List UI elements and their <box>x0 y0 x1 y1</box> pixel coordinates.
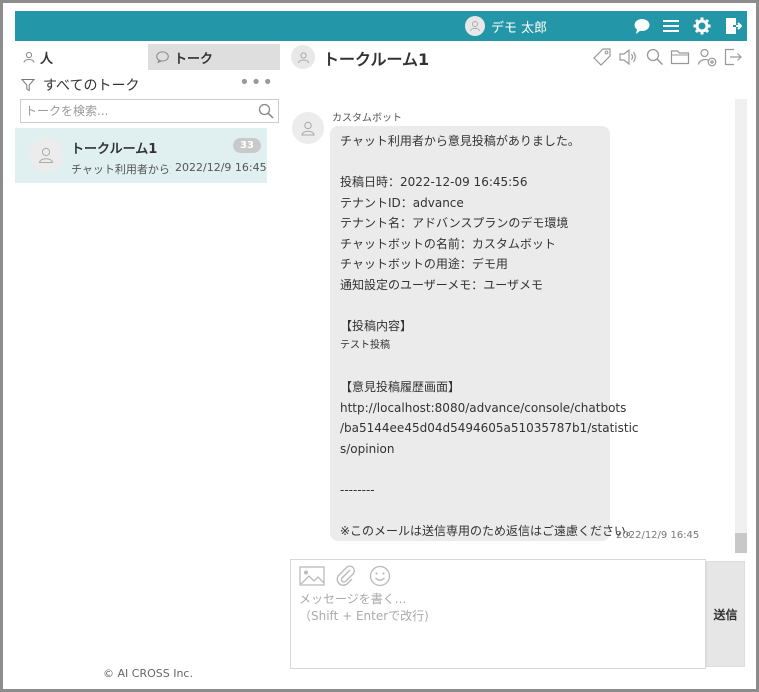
menu-icon[interactable] <box>662 17 680 35</box>
search-icon[interactable] <box>645 47 665 67</box>
unread-badge: 33 <box>233 138 261 153</box>
user-avatar <box>465 16 485 36</box>
room-avatar <box>29 138 63 172</box>
send-button[interactable]: 送信 <box>706 561 745 667</box>
gear-icon[interactable] <box>693 17 711 35</box>
sidebar-tabs: 人 トーク <box>15 44 280 70</box>
tag-icon[interactable] <box>592 47 612 67</box>
room-header-avatar <box>291 45 315 69</box>
message-line <box>340 152 600 173</box>
message-line: 【意見投稿履歴画面】 <box>340 380 461 394</box>
person-icon <box>23 51 35 63</box>
leave-icon[interactable] <box>723 47 743 67</box>
message-link[interactable]: http://localhost:8080/advance/console/ch… <box>340 398 626 419</box>
message-line <box>340 459 600 480</box>
message-line: テナントID：advance <box>340 195 464 210</box>
message-time: 2022/12/9 16:45 <box>616 530 700 541</box>
message-line: チャットボットの名前：カスタムボット <box>340 236 556 251</box>
copyright: © AI CROSS Inc. <box>103 667 193 680</box>
message-line: 通知設定のユーザーメモ：ユーザメモ <box>340 277 544 292</box>
talk-room-item[interactable]: トークルーム1 33 チャット利用者から意見 2022/12/9 16:45 <box>15 128 267 183</box>
message-line: 【投稿内容】 <box>340 318 413 333</box>
message-link[interactable]: /ba5144ee45d04d5494605a51035787b1/statis… <box>340 418 639 439</box>
top-bar: デモ 太郎 <box>15 11 747 41</box>
room-name: トークルーム1 <box>71 142 158 157</box>
message-line: テスト投稿 <box>340 340 390 351</box>
user-menu[interactable]: デモ 太郎 <box>465 15 547 37</box>
message-bubble: チャット利用者から意見投稿がありました。 投稿日時：2022-12-09 16:… <box>330 126 639 541</box>
message-line <box>340 295 600 316</box>
folder-icon[interactable] <box>670 47 690 67</box>
image-icon[interactable] <box>299 565 325 587</box>
message-line <box>340 357 600 378</box>
message-line: チャットボットの用途：デモ用 <box>340 257 508 271</box>
message-line: 投稿日時：2022-12-09 16:45:56 <box>340 175 528 189</box>
talk-search <box>20 99 279 123</box>
message-line: ※このメールは送信専用のため返信はご遠慮ください。 <box>340 523 639 538</box>
paperclip-icon[interactable] <box>335 565 359 587</box>
message-sender: カスタムボット <box>332 113 402 124</box>
talk-search-input[interactable] <box>21 100 246 122</box>
more-options-icon[interactable]: ••• <box>239 73 274 93</box>
room-title: トークルーム1 <box>323 50 430 69</box>
add-user-icon[interactable] <box>697 47 717 67</box>
app-window: デモ 太郎 人 トーク すべてのトーク ••• トークを検索... トークルーム… <box>0 0 759 692</box>
tab-people[interactable]: 人 <box>15 44 148 70</box>
tab-talk[interactable]: トーク <box>148 44 280 70</box>
room-time: 2022/12/9 16:45 <box>175 161 267 174</box>
message-scrollbar[interactable] <box>735 99 747 553</box>
user-name: デモ 太郎 <box>491 20 548 36</box>
message-link[interactable]: s/opinion <box>340 439 600 460</box>
message-line <box>340 500 600 521</box>
message-line: テナント名：アドバンスプランのデモ環境 <box>340 216 569 230</box>
tab-people-label: 人 <box>40 51 54 67</box>
message-input[interactable] <box>299 590 699 660</box>
scrollbar-thumb[interactable] <box>735 533 747 553</box>
message-line: チャット利用者から意見投稿がありました。 <box>340 134 580 148</box>
search-icon[interactable] <box>258 103 274 119</box>
logout-icon[interactable] <box>724 17 743 35</box>
filter-icon <box>21 79 35 92</box>
tab-talk-label: トーク <box>174 51 214 67</box>
speaker-icon[interactable] <box>618 47 638 67</box>
talk-filter[interactable]: すべてのトーク ••• <box>15 73 280 97</box>
speech-bubble-icon <box>156 51 169 63</box>
bot-avatar <box>292 112 324 144</box>
room-preview: チャット利用者から意見 <box>71 163 171 176</box>
smiley-icon[interactable] <box>369 565 393 587</box>
filter-label: すべてのトーク <box>43 78 140 94</box>
message-line: -------- <box>340 482 375 497</box>
chat-icon[interactable] <box>633 17 651 35</box>
message-composer <box>290 559 706 669</box>
